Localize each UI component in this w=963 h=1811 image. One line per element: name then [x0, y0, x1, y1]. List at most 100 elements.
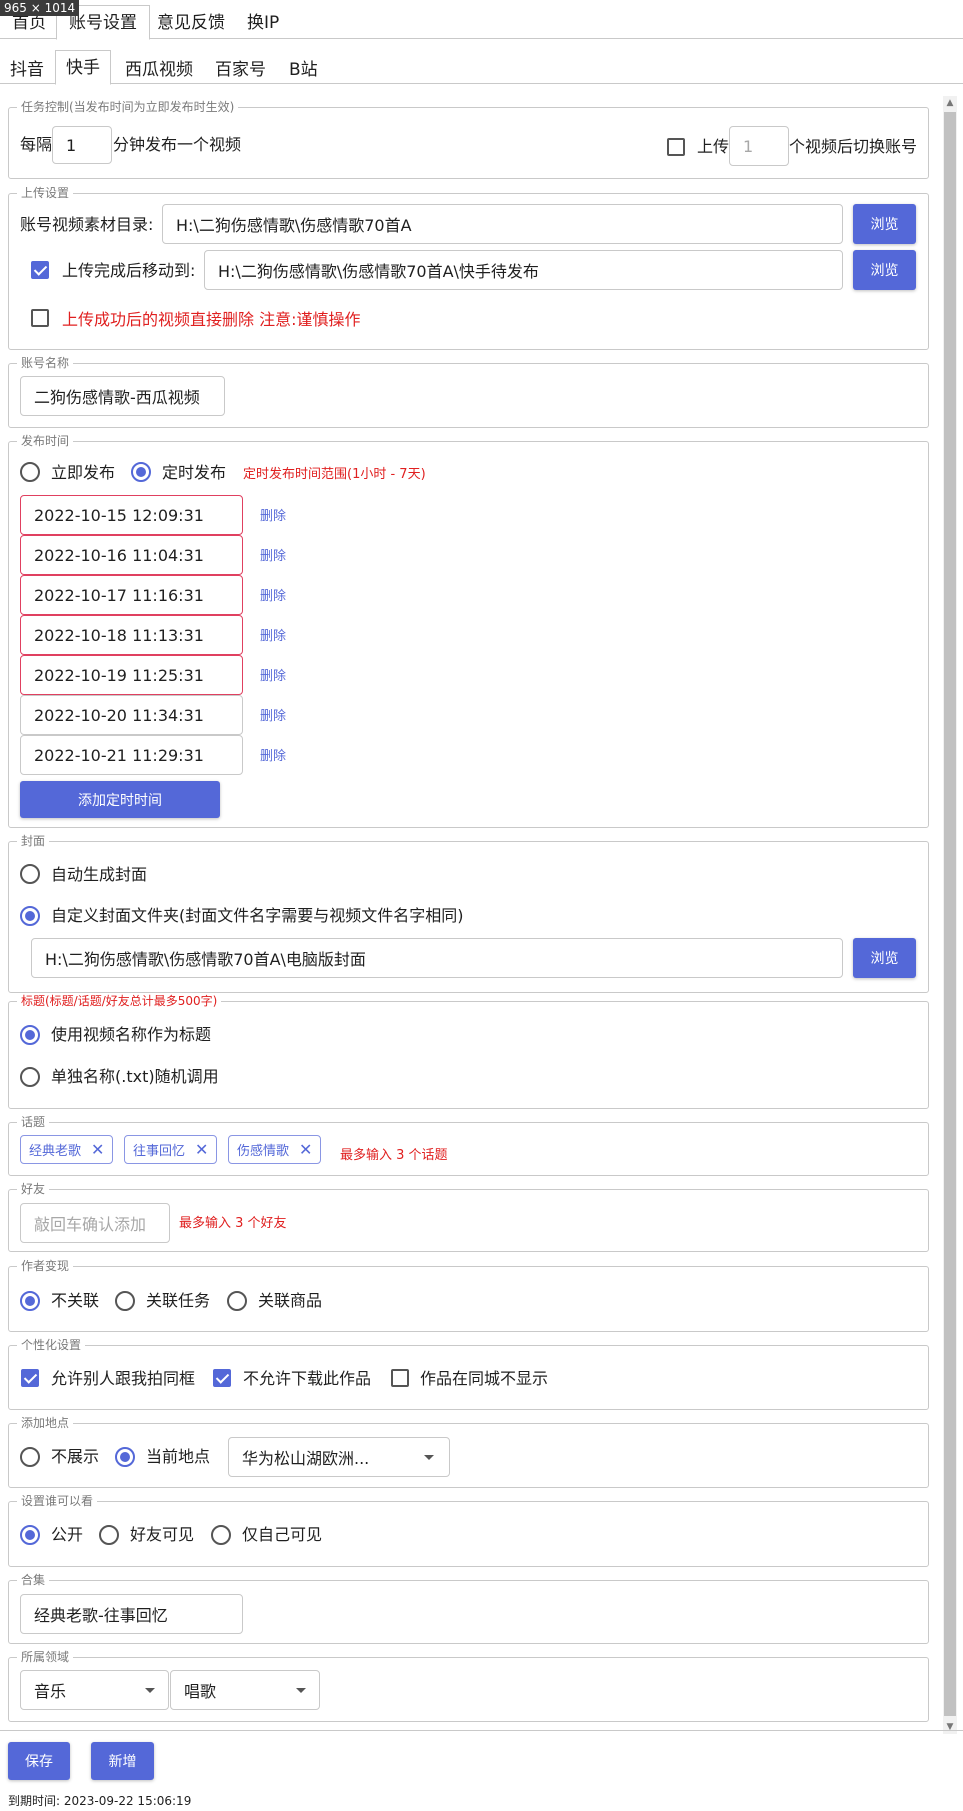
switch-account-label: 上传: [697, 137, 730, 156]
location-select[interactable]: 华为松山湖欧洲...: [228, 1437, 450, 1477]
schedule-time-input-6[interactable]: 2022-10-20 11:34:31: [20, 695, 243, 735]
window-dimension-badge: 965 × 1014: [0, 0, 80, 16]
schedule-delete-7[interactable]: 删除: [260, 745, 286, 764]
topics-limit-hint: 最多输入 3 个话题: [340, 1148, 448, 1163]
schedule-time-input-3[interactable]: 2022-10-17 11:16:31: [20, 575, 243, 615]
move-target-input[interactable]: H:\二狗伤感情歌\伤感情歌70首A\快手待发布: [204, 250, 843, 290]
move-target-browse-button[interactable]: 浏览: [853, 250, 916, 290]
material-dir-browse-button[interactable]: 浏览: [853, 204, 916, 244]
topic-tag-label: 往事回忆: [133, 1144, 186, 1159]
tab-douyin[interactable]: 抖音: [0, 56, 54, 84]
switch-account-checkbox[interactable]: [667, 138, 685, 156]
chevron-down-icon[interactable]: [424, 1455, 434, 1460]
visibility-public-radio[interactable]: [20, 1525, 40, 1545]
vertical-scrollbar[interactable]: ▲ ▼: [943, 96, 957, 1734]
visibility-self-label: 仅自己可见: [242, 1525, 323, 1544]
topic-tag-label: 经典老歌: [29, 1144, 82, 1159]
allow-duet-checkbox[interactable]: [21, 1369, 39, 1387]
allow-duet-label: 允许别人跟我拍同框: [51, 1369, 196, 1388]
tab-change-ip[interactable]: 换IP: [235, 8, 291, 39]
disallow-download-checkbox[interactable]: [213, 1369, 231, 1387]
friends-input[interactable]: 敲回车确认添加: [20, 1203, 170, 1243]
title-random-txt-radio[interactable]: [20, 1067, 40, 1087]
hide-local-checkbox[interactable]: [391, 1369, 409, 1387]
scroll-up-icon[interactable]: ▲: [943, 96, 957, 110]
schedule-time-input-1[interactable]: 2022-10-15 12:09:31: [20, 495, 243, 535]
monetize-product-radio[interactable]: [227, 1291, 247, 1311]
visibility-friends-label: 好友可见: [130, 1525, 195, 1544]
visibility-public-label: 公开: [51, 1525, 84, 1544]
tab-xigua[interactable]: 西瓜视频: [115, 56, 203, 84]
location-current-radio[interactable]: [115, 1447, 135, 1467]
cover-custom-radio[interactable]: [20, 906, 40, 926]
interval-prefix-label: 每隔: [20, 135, 53, 154]
cover-auto-radio[interactable]: [20, 864, 40, 884]
close-icon[interactable]: ✕: [195, 1140, 208, 1159]
tab-feedback[interactable]: 意见反馈: [145, 8, 237, 39]
disallow-download-label: 不允许下载此作品: [243, 1369, 372, 1388]
switch-account-count-input[interactable]: 1: [729, 126, 789, 166]
tab-baijiahao[interactable]: 百家号: [205, 56, 276, 84]
save-button[interactable]: 保存: [8, 1742, 70, 1780]
schedule-delete-5[interactable]: 删除: [260, 665, 286, 684]
cover-folder-browse-button[interactable]: 浏览: [853, 938, 916, 978]
add-schedule-time-button[interactable]: 添加定时时间: [20, 781, 220, 818]
tab-bilibili[interactable]: B站: [279, 56, 328, 84]
monetize-none-radio[interactable]: [20, 1291, 40, 1311]
schedule-delete-6[interactable]: 删除: [260, 705, 286, 724]
platform-tab-bar: 抖音 快手 西瓜视频 百家号 B站: [0, 50, 963, 85]
delete-after-upload-checkbox[interactable]: [31, 309, 49, 327]
cover-legend: 封面: [21, 834, 46, 848]
interval-minutes-input[interactable]: 1: [52, 126, 112, 164]
material-dir-input[interactable]: H:\二狗伤感情歌\伤感情歌70首A: [162, 204, 843, 244]
cover-custom-label: 自定义封面文件夹(封面文件名字需要与视频文件名字相同): [51, 906, 464, 925]
visibility-legend: 设置谁可以看: [21, 1494, 94, 1508]
topic-tag-label: 伤感情歌: [237, 1144, 290, 1159]
close-icon[interactable]: ✕: [299, 1140, 312, 1159]
close-icon[interactable]: ✕: [91, 1140, 104, 1159]
title-group: 标题(标题/话题/好友总计最多500字): [8, 994, 929, 1109]
scroll-down-icon[interactable]: ▼: [943, 1720, 957, 1734]
schedule-time-input-4[interactable]: 2022-10-18 11:13:31: [20, 615, 243, 655]
footer-divider: [0, 1730, 963, 1731]
monetize-legend: 作者变现: [21, 1259, 70, 1273]
visibility-self-radio[interactable]: [211, 1525, 231, 1545]
collection-input[interactable]: 经典老歌-往事回忆: [20, 1594, 243, 1634]
monetize-task-radio[interactable]: [115, 1291, 135, 1311]
schedule-delete-2[interactable]: 删除: [260, 545, 286, 564]
add-new-button[interactable]: 新增: [91, 1742, 154, 1780]
topic-tag-1: 经典老歌 ✕: [20, 1135, 114, 1164]
schedule-time-input-7[interactable]: 2022-10-21 11:29:31: [20, 735, 243, 775]
schedule-range-hint: 定时发布时间范围(1小时 - 7天): [243, 467, 426, 482]
account-name-input[interactable]: 二狗伤感情歌-西瓜视频: [20, 376, 225, 416]
move-after-upload-checkbox[interactable]: [31, 261, 49, 279]
schedule-time-input-2[interactable]: 2022-10-16 11:04:31: [20, 535, 243, 575]
schedule-delete-4[interactable]: 删除: [260, 625, 286, 644]
title-legend: 标题(标题/话题/好友总计最多500字): [21, 994, 218, 1008]
schedule-delete-3[interactable]: 删除: [260, 585, 286, 604]
topic-tag-3: 伤感情歌 ✕: [228, 1135, 322, 1164]
location-selected-value: 华为松山湖欧洲...: [242, 1449, 370, 1468]
switch-account-suffix: 个视频后切换账号: [789, 137, 918, 156]
publish-now-radio[interactable]: [20, 462, 40, 482]
monetize-none-label: 不关联: [51, 1291, 100, 1310]
expiration-value: 2023-09-22 15:06:19: [63, 1794, 192, 1808]
title-video-name-radio[interactable]: [20, 1025, 40, 1045]
publish-scheduled-radio[interactable]: [131, 462, 151, 482]
schedule-delete-1[interactable]: 删除: [260, 505, 286, 524]
cover-folder-input[interactable]: H:\二狗伤感情歌\伤感情歌70首A\电脑版封面: [31, 938, 843, 978]
visibility-friends-radio[interactable]: [99, 1525, 119, 1545]
chevron-down-icon[interactable]: [145, 1688, 155, 1693]
scroll-thumb[interactable]: [944, 112, 956, 1716]
publish-time-legend: 发布时间: [21, 434, 70, 448]
location-hide-label: 不展示: [51, 1447, 100, 1466]
monetize-product-label: 关联商品: [258, 1291, 323, 1310]
hide-local-label: 作品在同城不显示: [420, 1369, 549, 1388]
location-hide-radio[interactable]: [20, 1447, 40, 1467]
material-dir-label: 账号视频素材目录:: [20, 215, 154, 234]
schedule-time-input-5[interactable]: 2022-10-19 11:25:31: [20, 655, 243, 695]
collection-legend: 合集: [21, 1573, 46, 1587]
tab-kuaishou[interactable]: 快手: [55, 50, 111, 85]
chevron-down-icon[interactable]: [296, 1688, 306, 1693]
friends-legend: 好友: [21, 1182, 46, 1196]
